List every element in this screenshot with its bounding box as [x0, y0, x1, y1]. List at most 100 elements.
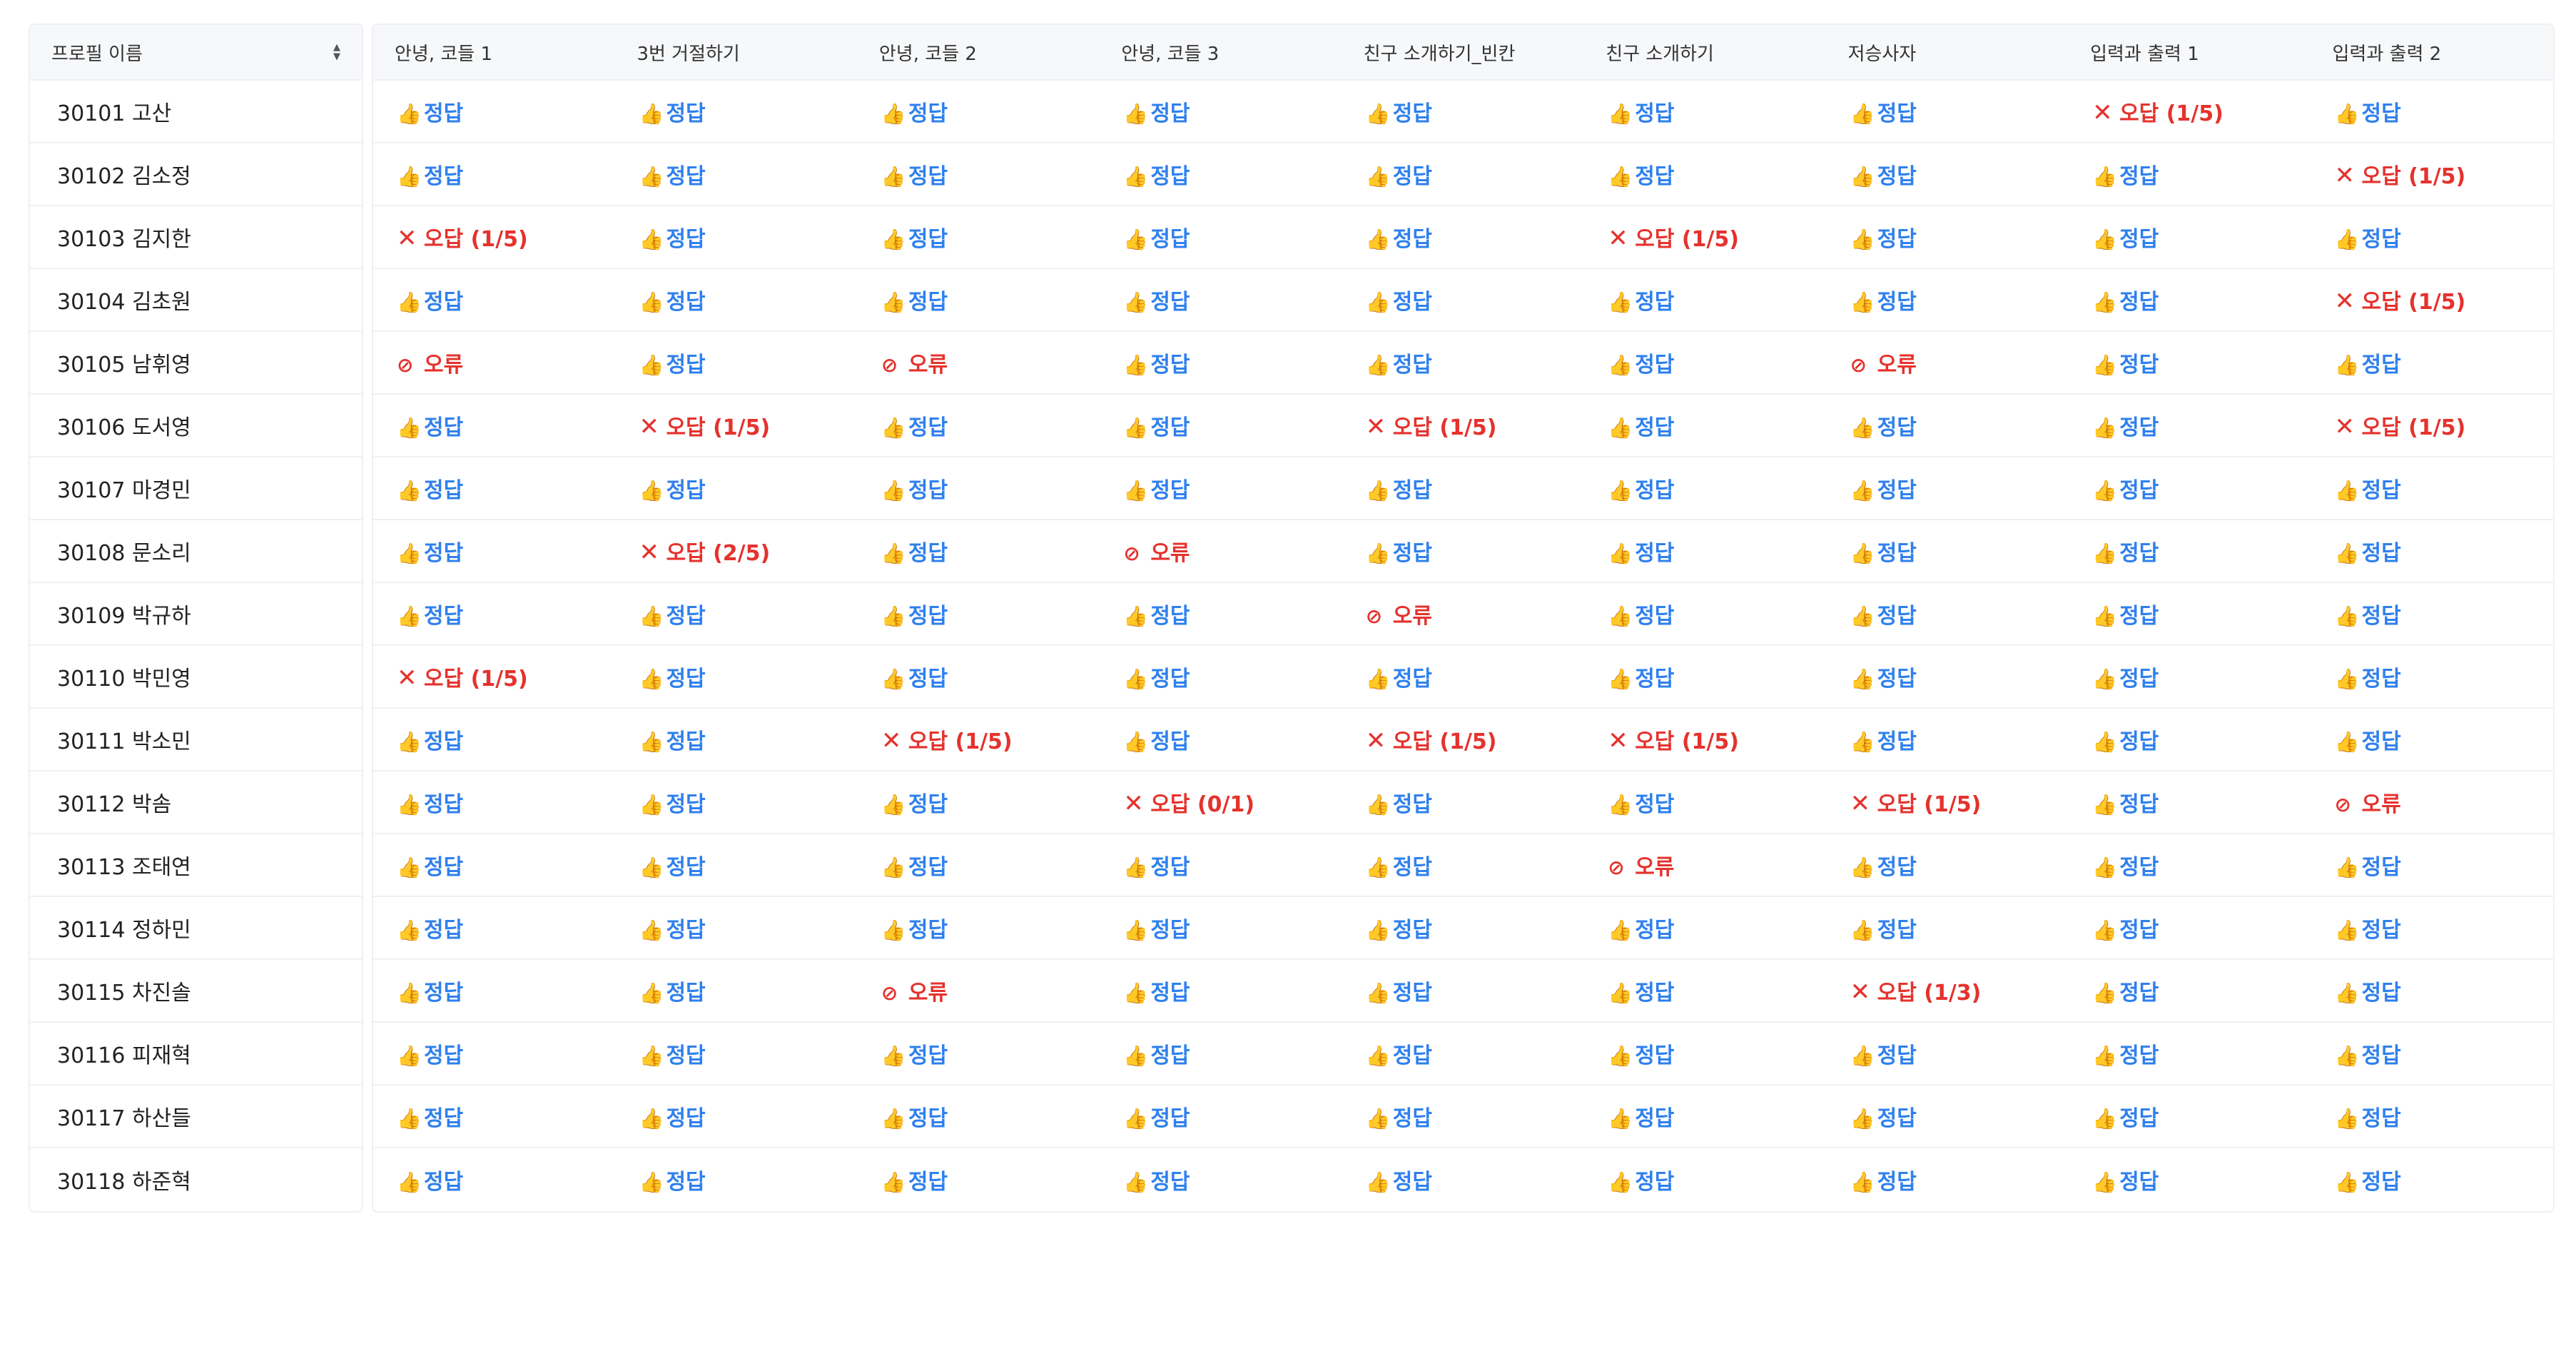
column-header[interactable]: 안녕, 코들 3: [1100, 39, 1342, 66]
result-cell-wrong[interactable]: ✕ 오답 (0/1): [1100, 786, 1342, 818]
result-cell-ok[interactable]: 👍 정답: [2311, 96, 2553, 127]
result-cell-ok[interactable]: 👍 정답: [615, 724, 857, 755]
result-cell-ok[interactable]: 👍 정답: [373, 1100, 615, 1132]
result-cell-ok[interactable]: 👍 정답: [1827, 912, 2069, 943]
result-cell-ok[interactable]: 👍 정답: [1342, 284, 1584, 315]
column-header[interactable]: 입력과 출력 2: [2311, 39, 2553, 66]
result-cell-ok[interactable]: 👍 정답: [373, 724, 615, 755]
result-cell-ok[interactable]: 👍 정답: [1584, 347, 1826, 378]
result-cell-ok[interactable]: 👍 정답: [1827, 284, 2069, 315]
result-cell-ok[interactable]: 👍 정답: [615, 786, 857, 818]
result-cell-ok[interactable]: 👍 정답: [2311, 221, 2553, 253]
result-cell-ok[interactable]: 👍 정답: [858, 1038, 1100, 1069]
result-cell-ok[interactable]: 👍 정답: [2069, 975, 2311, 1006]
result-cell-ok[interactable]: 👍 정답: [2311, 1038, 2553, 1069]
result-cell-err[interactable]: ⊘ 오류: [1100, 535, 1342, 567]
result-cell-ok[interactable]: 👍 정답: [2069, 912, 2311, 943]
result-cell-ok[interactable]: 👍 정답: [2069, 535, 2311, 567]
result-cell-ok[interactable]: 👍 정답: [1342, 975, 1584, 1006]
result-cell-ok[interactable]: 👍 정답: [2311, 535, 2553, 567]
result-cell-wrong[interactable]: ✕ 오답 (1/5): [1342, 410, 1584, 441]
result-cell-err[interactable]: ⊘ 오류: [373, 347, 615, 378]
result-cell-ok[interactable]: 👍 정답: [858, 661, 1100, 692]
result-cell-ok[interactable]: 👍 정답: [1827, 724, 2069, 755]
result-cell-ok[interactable]: 👍 정답: [1584, 1164, 1826, 1195]
result-cell-ok[interactable]: 👍 정답: [2069, 410, 2311, 441]
result-cell-ok[interactable]: 👍 정답: [1100, 912, 1342, 943]
result-cell-err[interactable]: ⊘ 오류: [1827, 347, 2069, 378]
result-cell-ok[interactable]: 👍 정답: [1342, 96, 1584, 127]
result-cell-ok[interactable]: 👍 정답: [858, 1100, 1100, 1132]
result-cell-ok[interactable]: 👍 정답: [1584, 1038, 1826, 1069]
result-cell-ok[interactable]: 👍 정답: [373, 975, 615, 1006]
result-cell-ok[interactable]: 👍 정답: [1827, 158, 2069, 190]
result-cell-ok[interactable]: 👍 정답: [2069, 849, 2311, 881]
result-cell-ok[interactable]: 👍 정답: [2311, 1100, 2553, 1132]
result-cell-ok[interactable]: 👍 정답: [373, 535, 615, 567]
result-cell-ok[interactable]: 👍 정답: [615, 284, 857, 315]
result-cell-wrong[interactable]: ✕ 오답 (1/5): [858, 724, 1100, 755]
result-cell-err[interactable]: ⊘ 오류: [858, 347, 1100, 378]
column-header[interactable]: 3번 거절하기: [615, 39, 857, 66]
result-cell-ok[interactable]: 👍 정답: [858, 221, 1100, 253]
result-cell-ok[interactable]: 👍 정답: [1342, 535, 1584, 567]
result-cell-ok[interactable]: 👍 정답: [1584, 96, 1826, 127]
result-cell-ok[interactable]: 👍 정답: [1584, 975, 1826, 1006]
result-cell-ok[interactable]: 👍 정답: [2069, 158, 2311, 190]
result-cell-ok[interactable]: 👍 정답: [1100, 849, 1342, 881]
result-cell-ok[interactable]: 👍 정답: [2311, 724, 2553, 755]
result-cell-ok[interactable]: 👍 정답: [1100, 661, 1342, 692]
result-cell-ok[interactable]: 👍 정답: [2069, 598, 2311, 629]
result-cell-ok[interactable]: 👍 정답: [615, 1038, 857, 1069]
result-cell-ok[interactable]: 👍 정답: [2069, 284, 2311, 315]
result-cell-ok[interactable]: 👍 정답: [1584, 472, 1826, 504]
result-cell-ok[interactable]: 👍 정답: [1100, 472, 1342, 504]
result-cell-ok[interactable]: 👍 정답: [373, 410, 615, 441]
result-cell-wrong[interactable]: ✕ 오답 (1/5): [2311, 410, 2553, 441]
result-cell-ok[interactable]: 👍 정답: [1584, 284, 1826, 315]
result-cell-ok[interactable]: 👍 정답: [858, 158, 1100, 190]
result-cell-ok[interactable]: 👍 정답: [2069, 472, 2311, 504]
result-cell-ok[interactable]: 👍 정답: [2311, 598, 2553, 629]
result-cell-ok[interactable]: 👍 정답: [615, 96, 857, 127]
result-cell-ok[interactable]: 👍 정답: [858, 472, 1100, 504]
result-cell-wrong[interactable]: ✕ 오답 (1/5): [1827, 786, 2069, 818]
result-cell-ok[interactable]: 👍 정답: [373, 912, 615, 943]
result-cell-ok[interactable]: 👍 정답: [373, 598, 615, 629]
result-cell-wrong[interactable]: ✕ 오답 (2/5): [615, 535, 857, 567]
result-cell-err[interactable]: ⊘ 오류: [1342, 598, 1584, 629]
result-cell-ok[interactable]: 👍 정답: [1100, 975, 1342, 1006]
result-cell-ok[interactable]: 👍 정답: [2311, 975, 2553, 1006]
result-cell-ok[interactable]: 👍 정답: [1584, 912, 1826, 943]
result-cell-ok[interactable]: 👍 정답: [1342, 158, 1584, 190]
result-cell-ok[interactable]: 👍 정답: [858, 535, 1100, 567]
result-cell-ok[interactable]: 👍 정답: [1342, 912, 1584, 943]
result-cell-ok[interactable]: 👍 정답: [1342, 1164, 1584, 1195]
result-cell-ok[interactable]: 👍 정답: [2311, 347, 2553, 378]
result-cell-ok[interactable]: 👍 정답: [373, 1038, 615, 1069]
result-cell-ok[interactable]: 👍 정답: [615, 598, 857, 629]
result-cell-ok[interactable]: 👍 정답: [858, 912, 1100, 943]
result-cell-ok[interactable]: 👍 정답: [2069, 1038, 2311, 1069]
result-cell-ok[interactable]: 👍 정답: [2069, 786, 2311, 818]
result-cell-ok[interactable]: 👍 정답: [1827, 472, 2069, 504]
result-cell-ok[interactable]: 👍 정답: [858, 284, 1100, 315]
result-cell-wrong[interactable]: ✕ 오답 (1/5): [373, 221, 615, 253]
result-cell-ok[interactable]: 👍 정답: [1827, 1038, 2069, 1069]
result-cell-ok[interactable]: 👍 정답: [615, 472, 857, 504]
result-cell-ok[interactable]: 👍 정답: [373, 472, 615, 504]
result-cell-err[interactable]: ⊘ 오류: [858, 975, 1100, 1006]
result-cell-ok[interactable]: 👍 정답: [1584, 158, 1826, 190]
result-cell-ok[interactable]: 👍 정답: [615, 1100, 857, 1132]
result-cell-ok[interactable]: 👍 정답: [1827, 849, 2069, 881]
column-header[interactable]: 안녕, 코들 2: [858, 39, 1100, 66]
column-header[interactable]: 친구 소개하기: [1584, 39, 1826, 66]
result-cell-ok[interactable]: 👍 정답: [373, 786, 615, 818]
result-cell-ok[interactable]: 👍 정답: [1584, 535, 1826, 567]
result-cell-ok[interactable]: 👍 정답: [1827, 1100, 2069, 1132]
result-cell-ok[interactable]: 👍 정답: [1100, 158, 1342, 190]
result-cell-wrong[interactable]: ✕ 오답 (1/5): [1342, 724, 1584, 755]
result-cell-ok[interactable]: 👍 정답: [2311, 912, 2553, 943]
column-header[interactable]: 입력과 출력 1: [2069, 39, 2311, 66]
result-cell-ok[interactable]: 👍 정답: [373, 849, 615, 881]
